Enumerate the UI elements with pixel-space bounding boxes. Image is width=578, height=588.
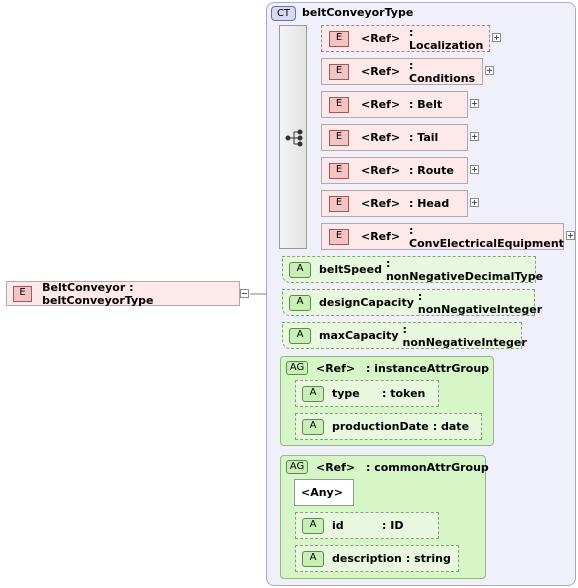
element-badge: E: [13, 285, 33, 302]
ref-label: <Ref>: [361, 32, 401, 45]
attribute-max-capacity[interactable]: A maxCapacity : nonNegativeInteger: [282, 322, 527, 349]
element-name: : Conditions: [409, 58, 476, 85]
root-element-belt-conveyor[interactable]: E BeltConveyor : beltConveyorType: [6, 280, 240, 307]
element-ref-route[interactable]: E <Ref> : Route: [321, 157, 468, 184]
ref-label: <Ref>: [361, 230, 401, 243]
attribute-type: : nonNegativeInteger: [417, 289, 543, 316]
element-name: : Localization: [409, 25, 484, 52]
element-ref-localization[interactable]: E <Ref> : Localization: [321, 25, 490, 52]
ref-label: <Ref>: [361, 98, 401, 111]
element-ref-conditions[interactable]: E <Ref> : Conditions: [321, 58, 483, 85]
element-name: : Route: [409, 164, 454, 177]
attribute-type-value: : string: [405, 552, 451, 565]
collapse-toggle-icon[interactable]: [240, 289, 249, 298]
attribute-badge: A: [289, 261, 311, 278]
attribute-name: productionDate: [332, 420, 429, 433]
sequence-icon: [285, 129, 303, 147]
element-name: : Tail: [409, 131, 439, 144]
attribute-description[interactable]: A description : string: [295, 545, 459, 572]
element-badge: E: [329, 129, 349, 146]
attribute-belt-speed[interactable]: A beltSpeed : nonNegativeDecimalType: [282, 256, 543, 283]
attribute-type-value: : token: [382, 387, 426, 400]
element-badge: E: [329, 63, 349, 80]
attribute-name: maxCapacity: [319, 329, 399, 342]
attribute-name: description: [332, 552, 402, 565]
element-name: : Belt: [409, 98, 443, 111]
ref-label: <Ref>: [361, 65, 401, 78]
attribute-badge: A: [302, 418, 324, 435]
any-attribute[interactable]: <Any>: [294, 479, 354, 506]
expand-icon[interactable]: [485, 66, 494, 75]
attribute-name: designCapacity: [319, 296, 414, 309]
complex-type-name: beltConveyorType: [302, 6, 414, 19]
expand-icon[interactable]: [470, 132, 479, 141]
element-name: : Head: [409, 197, 450, 210]
expand-icon[interactable]: [470, 165, 479, 174]
expand-icon[interactable]: [470, 198, 479, 207]
attribute-group-ref: <Ref>: [316, 362, 356, 375]
ref-label: <Ref>: [361, 164, 401, 177]
expand-icon[interactable]: [492, 33, 501, 42]
attribute-badge: A: [302, 550, 324, 567]
expand-icon[interactable]: [470, 99, 479, 108]
attribute-type-value: : date: [432, 420, 470, 433]
attribute-type[interactable]: A type : token: [295, 380, 439, 407]
element-badge: E: [329, 162, 349, 179]
element-ref-head[interactable]: E <Ref> : Head: [321, 190, 468, 217]
element-badge: E: [329, 228, 349, 245]
ref-label: <Ref>: [361, 131, 401, 144]
attribute-group-name: : commonAttrGroup: [366, 461, 489, 474]
attribute-group-name: : instanceAttrGroup: [366, 362, 490, 375]
complex-type-badge: CT: [271, 6, 296, 21]
attribute-design-capacity[interactable]: A designCapacity : nonNegativeInteger: [282, 289, 542, 316]
attribute-name: id: [332, 519, 344, 532]
root-element-label: BeltConveyor : beltConveyorType: [42, 280, 154, 307]
element-ref-belt[interactable]: E <Ref> : Belt: [321, 91, 468, 118]
element-name: : ConvElectricalEquipment: [409, 223, 564, 250]
attribute-name: beltSpeed: [319, 263, 382, 276]
ref-label: <Ref>: [361, 197, 401, 210]
attribute-type: : nonNegativeInteger: [402, 322, 527, 349]
attribute-badge: A: [302, 517, 324, 534]
element-ref-conv-electrical-equipment[interactable]: E <Ref> : ConvElectricalEquipment: [321, 223, 564, 250]
element-ref-tail[interactable]: E <Ref> : Tail: [321, 124, 468, 151]
attribute-badge: A: [302, 385, 324, 402]
attribute-badge: A: [289, 327, 311, 344]
attribute-name: type: [332, 387, 360, 400]
attribute-id[interactable]: A id : ID: [295, 512, 439, 539]
element-badge: E: [329, 30, 349, 47]
attribute-group-badge: AG: [286, 460, 308, 474]
attribute-type-value: : ID: [382, 519, 404, 532]
element-badge: E: [329, 96, 349, 113]
attribute-group-ref: <Ref>: [316, 461, 356, 474]
element-badge: E: [329, 195, 349, 212]
attribute-group-badge: AG: [286, 361, 308, 375]
attribute-badge: A: [289, 294, 311, 311]
attribute-production-date[interactable]: A productionDate : date: [295, 413, 482, 440]
attribute-type: : nonNegativeDecimalType: [385, 256, 544, 283]
expand-icon[interactable]: [566, 231, 575, 240]
